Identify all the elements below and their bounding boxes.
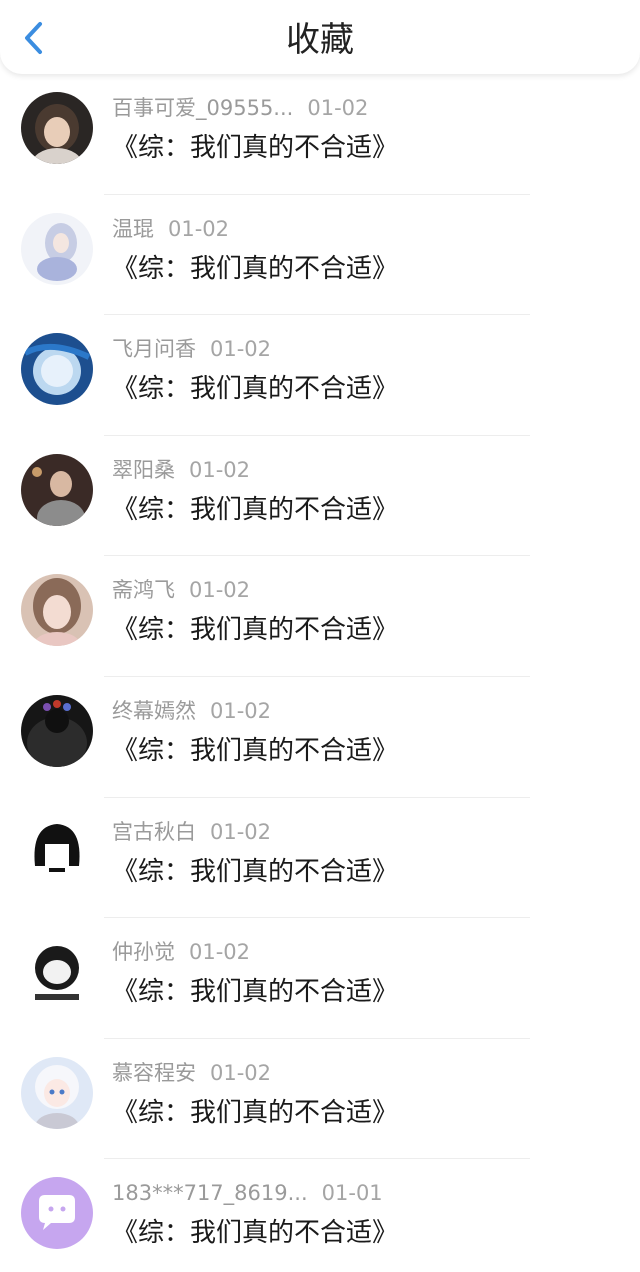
- person-photo-avatar[interactable]: [21, 453, 93, 526]
- favorites-list: 百事可爱_09555... 01-02 《综：我们真的不合适》 温琨 01-02 《…: [0, 74, 640, 1272]
- item-title: 《综：我们真的不合适》: [112, 374, 399, 405]
- user-name: 183***717_8619...: [112, 1181, 308, 1206]
- item-date: 01-02: [210, 337, 272, 362]
- user-name: 慕容程安: [112, 1060, 196, 1085]
- item-title: 《综：我们真的不合适》: [112, 494, 399, 525]
- user-name: 飞月问香: [112, 337, 196, 362]
- item-date: 01-02: [189, 578, 251, 603]
- item-date: 01-02: [210, 819, 272, 844]
- top-navigation-bar: 收藏: [0, 0, 640, 74]
- list-item[interactable]: 百事可爱_09555... 01-02 《综：我们真的不合适》: [0, 74, 640, 195]
- page-title: 收藏: [286, 20, 354, 60]
- item-meta: 飞月问香 01-02: [112, 335, 271, 363]
- item-date: 01-02: [307, 96, 369, 120]
- item-date: 01-02: [189, 940, 251, 965]
- item-title: 《综：我们真的不合适》: [112, 856, 399, 887]
- girl-selfie-avatar[interactable]: [21, 574, 93, 647]
- chat-bubble-default-avatar[interactable]: [21, 1177, 93, 1250]
- list-item[interactable]: 温琨 01-02 《综：我们真的不合适》: [0, 195, 640, 316]
- list-item[interactable]: 斋鸿飞 01-02 《综：我们真的不合适》: [0, 556, 640, 677]
- item-title: 《综：我们真的不合适》: [112, 133, 399, 163]
- item-title: 《综：我们真的不合适》: [112, 1097, 399, 1128]
- user-name: 百事可爱_09555...: [112, 96, 294, 120]
- user-name: 温琨: [112, 216, 154, 241]
- user-name: 仲孙觉: [112, 940, 175, 965]
- list-item[interactable]: 慕容程安 01-02 《综：我们真的不合适》: [0, 1039, 640, 1160]
- list-item[interactable]: 翠阳桑 01-02 《综：我们真的不合适》: [0, 436, 640, 557]
- item-meta: 温琨 01-02: [112, 215, 229, 243]
- item-meta: 翠阳桑 01-02: [112, 456, 250, 484]
- item-title: 《综：我们真的不合适》: [112, 615, 399, 646]
- item-meta: 183***717_8619... 01-01: [112, 1179, 383, 1207]
- girl-photo-avatar[interactable]: [21, 92, 93, 164]
- user-name: 宫古秋白: [112, 819, 196, 844]
- item-meta: 百事可爱_09555... 01-02: [112, 94, 368, 122]
- meme-face-avatar[interactable]: [21, 936, 93, 1009]
- user-name: 斋鸿飞: [112, 578, 175, 603]
- dark-flower-crown-avatar[interactable]: [21, 694, 93, 767]
- white-hair-anime-avatar[interactable]: [21, 1056, 93, 1129]
- item-date: 01-02: [210, 1060, 272, 1085]
- item-meta: 宫古秋白 01-02: [112, 818, 271, 846]
- black-hair-sketch-avatar[interactable]: [21, 815, 93, 888]
- item-meta: 仲孙觉 01-02: [112, 938, 250, 966]
- item-meta: 斋鸿飞 01-02: [112, 576, 250, 604]
- blue-planet-avatar[interactable]: [21, 333, 93, 406]
- list-item[interactable]: 终幕嫣然 01-02 《综：我们真的不合适》: [0, 677, 640, 798]
- list-item[interactable]: 仲孙觉 01-02 《综：我们真的不合适》: [0, 918, 640, 1039]
- item-date: 01-01: [321, 1181, 383, 1206]
- item-date: 01-02: [189, 457, 251, 482]
- item-title: 《综：我们真的不合适》: [112, 1218, 399, 1249]
- item-title: 《综：我们真的不合适》: [112, 735, 399, 766]
- favorites-page: 收藏 百事可爱_09555... 01-02 《综：我们真的不合适》 温琨 01…: [0, 0, 640, 1272]
- item-title: 《综：我们真的不合适》: [112, 977, 399, 1008]
- list-item[interactable]: 183***717_8619... 01-01 《综：我们真的不合适》: [0, 1159, 640, 1272]
- item-meta: 慕容程安 01-02: [112, 1059, 271, 1087]
- list-item[interactable]: 宫古秋白 01-02 《综：我们真的不合适》: [0, 798, 640, 919]
- item-date: 01-02: [168, 216, 230, 241]
- user-name: 终幕嫣然: [112, 698, 196, 723]
- user-name: 翠阳桑: [112, 457, 175, 482]
- list-item[interactable]: 飞月问香 01-02 《综：我们真的不合适》: [0, 315, 640, 436]
- item-date: 01-02: [210, 698, 272, 723]
- anime-character-avatar[interactable]: [21, 212, 93, 285]
- item-title: 《综：我们真的不合适》: [112, 253, 399, 284]
- item-meta: 终幕嫣然 01-02: [112, 697, 271, 725]
